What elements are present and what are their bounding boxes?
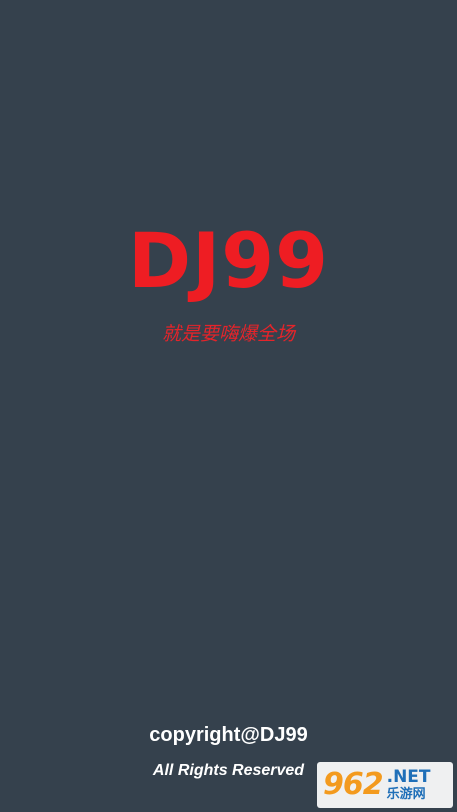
site-watermark: 962 .NET 乐游网 — [317, 762, 453, 808]
watermark-text-group: .NET 乐游网 — [386, 767, 431, 802]
watermark-suffix: .NET — [386, 767, 431, 787]
splash-screen: DJ99 就是要嗨爆全场 copyright@DJ99 All Rights R… — [0, 0, 457, 812]
watermark-number: 962 — [323, 767, 384, 802]
app-title: DJ99 — [127, 216, 330, 305]
app-slogan: 就是要嗨爆全场 — [161, 324, 295, 345]
copyright-text: copyright@DJ99 — [149, 724, 308, 746]
watermark-site-name: 乐游网 — [386, 787, 426, 802]
